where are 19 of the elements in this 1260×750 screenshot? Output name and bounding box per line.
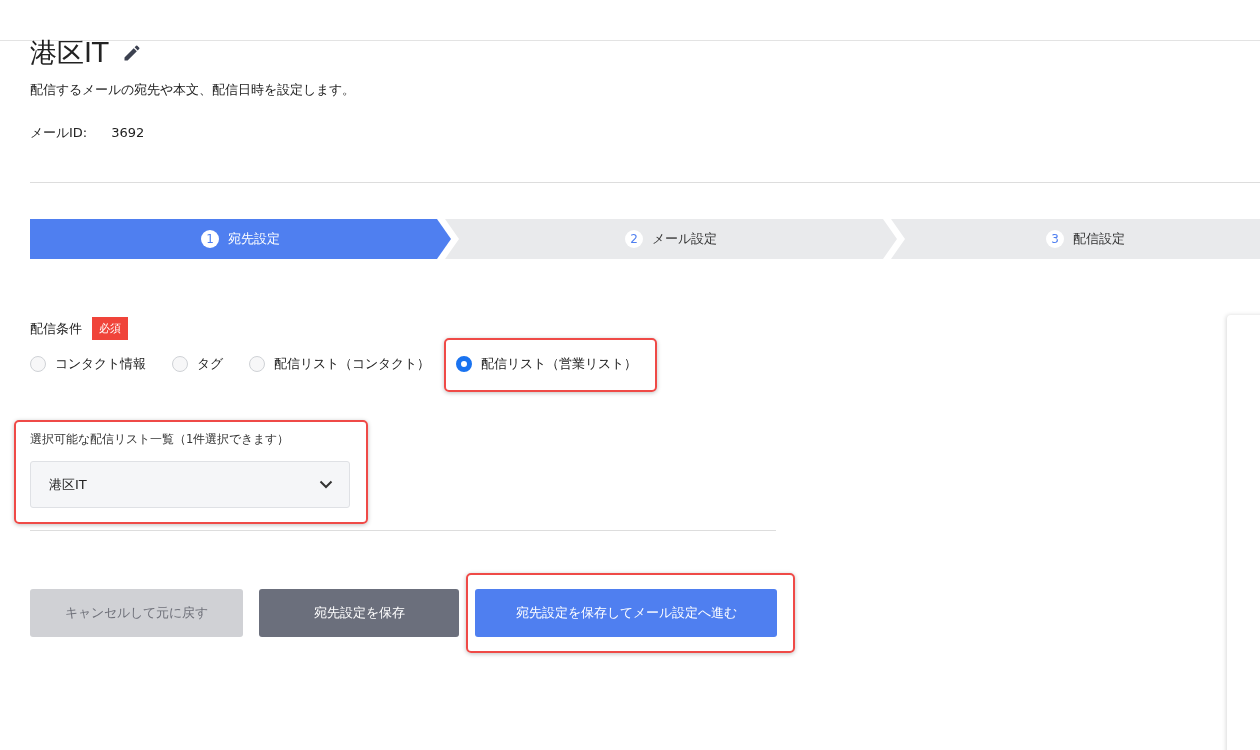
- step-tab[interactable]: 3 配信設定: [891, 219, 1260, 259]
- page-title: 港区IT: [30, 37, 109, 69]
- radio-option[interactable]: コンタクト情報: [30, 355, 146, 373]
- required-badge: 必須: [92, 317, 128, 340]
- step-tab[interactable]: 1 宛先設定: [30, 219, 451, 259]
- dropdown-field[interactable]: 港区IT: [30, 461, 350, 508]
- next-button[interactable]: 宛先設定を保存してメール設定へ進む: [475, 589, 777, 637]
- field-label: 配信条件: [30, 319, 82, 338]
- radio-option[interactable]: タグ: [172, 355, 223, 373]
- step-tab[interactable]: 2 メール設定: [445, 219, 897, 259]
- mail-id-value: 3692: [111, 124, 145, 142]
- field-label: 選択可能な配信リスト一覧（1件選択できます）: [30, 432, 291, 447]
- radio-icon[interactable]: [456, 356, 472, 372]
- radio-option[interactable]: 配信リスト（コンタクト）: [249, 355, 430, 373]
- radio-option[interactable]: 配信リスト（営業リスト）: [456, 355, 637, 373]
- save-button[interactable]: 宛先設定を保存: [259, 589, 459, 637]
- page-description: 配信するメールの宛先や本文、配信日時を設定します。: [30, 81, 356, 99]
- mail-id-label: メールID:: [30, 124, 88, 142]
- chevron-down-icon: [319, 480, 333, 489]
